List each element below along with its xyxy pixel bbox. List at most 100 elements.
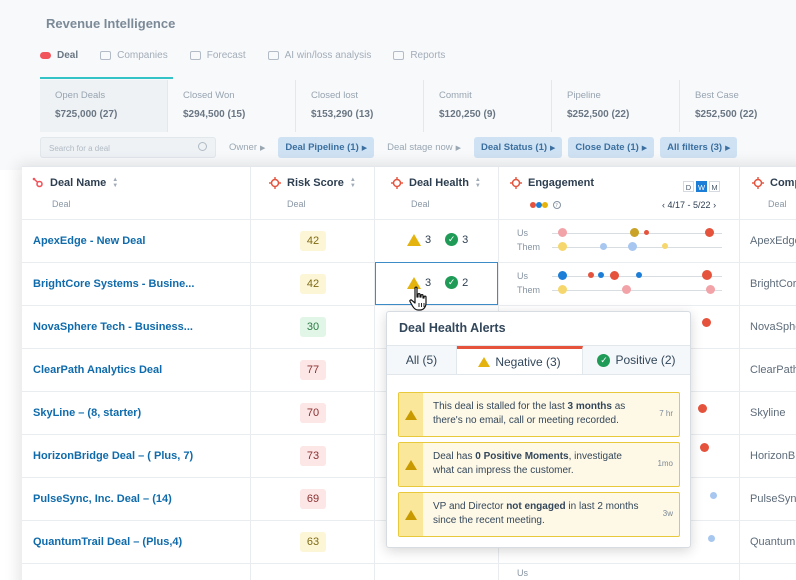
engagement-dot[interactable] (706, 285, 715, 294)
engagement-dot[interactable] (588, 272, 594, 278)
engagement-dot[interactable] (702, 318, 711, 327)
metric-open-deals[interactable]: Open Deals $725,000 (27) (40, 80, 168, 132)
warning-icon (399, 443, 423, 486)
tab-label: Positive (2) (615, 353, 676, 367)
search-icon (198, 142, 207, 151)
alert-time: 1mo (657, 459, 673, 468)
filter-close-date[interactable]: Close Date (1) ▶ (568, 137, 655, 158)
company-name[interactable]: Quantum (750, 536, 795, 548)
engagement-dot[interactable] (558, 285, 567, 294)
engagement-dot[interactable] (600, 243, 607, 250)
tab-forecast[interactable]: Forecast (189, 50, 246, 61)
filter-owner[interactable]: Owner ▶ (222, 137, 272, 158)
deal-name-link[interactable]: SkyLine – (8, starter) (33, 407, 141, 419)
sort-icon[interactable]: ▲ ▼ (350, 177, 356, 189)
sort-icon[interactable]: ▲ ▼ (112, 177, 118, 189)
company-name[interactable]: ApexEdge (750, 235, 796, 247)
search-input[interactable]: Search for a deal (40, 137, 216, 158)
company-name[interactable]: Skyline (750, 407, 785, 419)
company-name[interactable]: PulseSync (750, 493, 796, 505)
deal-health-cell[interactable]: 3 ✓ 3 (407, 233, 468, 246)
chevron-left-icon[interactable]: ‹ (662, 200, 665, 210)
engagement-dot[interactable] (628, 242, 637, 251)
engagement-dot[interactable] (636, 272, 642, 278)
metric-best-case[interactable]: Best Case $252,500 (22) (680, 80, 796, 132)
engagement-us-label: Us (517, 568, 528, 578)
tab-deal[interactable]: Deal (40, 50, 78, 61)
tab-companies[interactable]: Companies (100, 50, 168, 61)
engagement-dot[interactable] (700, 443, 709, 452)
period-month[interactable]: M (709, 181, 720, 192)
filter-deal-pipeline[interactable]: Deal Pipeline (1) ▶ (278, 137, 375, 158)
alert-text: This deal is stalled for the last 3 mont… (433, 401, 626, 426)
alerts-tabs: All (5) Negative (3) ✓ Positive (2) (387, 345, 690, 375)
warning-count: 3 (425, 233, 432, 246)
building-icon (100, 51, 112, 60)
company-name[interactable]: ClearPath (750, 364, 796, 376)
company-name[interactable]: NovaSphere (750, 321, 796, 333)
table-row[interactable]: ApexEdge - New Deal 42 3 ✓ 3 Us Them ApexE… (22, 219, 796, 262)
deal-name-link[interactable]: ClearPath Analytics Deal (33, 364, 162, 376)
period-week[interactable]: W (696, 181, 707, 192)
tab-all[interactable]: All (5) (387, 346, 457, 374)
engagement-dot[interactable] (698, 404, 707, 413)
engagement-dot[interactable] (558, 271, 567, 280)
column-header-deal-health[interactable]: Deal Health ▲ ▼ Deal (391, 177, 481, 209)
column-header-risk-score[interactable]: Risk Score ▲ ▼ Deal (269, 177, 356, 209)
tab-ai-win-loss[interactable]: AI win/loss analysis (267, 50, 371, 61)
tab-positive[interactable]: ✓ Positive (2) (583, 346, 690, 374)
risk-score-badge: 42 (300, 274, 326, 294)
caret-right-icon: ▶ (550, 145, 556, 152)
deal-name-link[interactable]: PulseSync, Inc. Deal – (14) (33, 493, 172, 505)
engagement-dot[interactable] (558, 242, 567, 251)
app-title: Revenue Intelligence (46, 16, 176, 31)
alert-item[interactable]: VP and Director not engaged in last 2 mo… (398, 492, 680, 537)
engagement-dot[interactable] (598, 272, 604, 278)
tab-negative[interactable]: Negative (3) (457, 346, 583, 374)
engagement-dot[interactable] (708, 535, 715, 542)
risk-score-badge: 73 (300, 446, 326, 466)
engagement-dot[interactable] (630, 228, 639, 237)
alert-time: 3w (662, 509, 673, 518)
tab-reports[interactable]: Reports (393, 50, 445, 61)
risk-score-badge: 69 (300, 489, 326, 509)
deal-name-link[interactable]: NovaSphere Tech - Business... (33, 321, 193, 333)
metric-value: $252,500 (22) (695, 109, 758, 120)
warning-icon (399, 393, 423, 436)
metric-pipeline[interactable]: Pipeline $252,500 (22) (552, 80, 680, 132)
column-header-engagement[interactable]: Engagement (510, 177, 594, 189)
metric-closed-lost[interactable]: Closed lost $153,290 (13) (296, 80, 424, 132)
sort-icon[interactable]: ▲ ▼ (475, 177, 481, 189)
engagement-dot[interactable] (610, 271, 619, 280)
filter-all[interactable]: All filters (3) ▶ (660, 137, 738, 158)
filter-deal-status[interactable]: Deal Status (1) ▶ (474, 137, 563, 158)
tab-label: Forecast (206, 50, 246, 61)
engagement-dot[interactable] (644, 230, 649, 235)
engagement-dot[interactable] (558, 228, 567, 237)
column-header-deal-name[interactable]: Deal Name ▲ ▼ Deal (32, 177, 118, 209)
alert-item[interactable]: This deal is stalled for the last 3 mont… (398, 392, 680, 437)
metric-closed-won[interactable]: Closed Won $294,500 (15) (168, 80, 296, 132)
deal-name-link[interactable]: HorizonBridge Deal – ( Plus, 7) (33, 450, 193, 462)
filter-deal-stage[interactable]: Deal stage now ▶ (380, 137, 468, 158)
company-name[interactable]: HorizonBri (750, 450, 796, 462)
caret-right-icon: ▶ (725, 145, 731, 152)
engagement-dot[interactable] (662, 243, 668, 249)
engagement-dot[interactable] (705, 228, 714, 237)
deal-name-link[interactable]: ApexEdge - New Deal (33, 235, 145, 247)
company-name[interactable]: BrightCore (750, 278, 796, 290)
engagement-dot[interactable] (622, 285, 631, 294)
alert-item[interactable]: Deal has 0 Positive Moments, investigate… (398, 442, 680, 487)
period-day[interactable]: D (683, 181, 694, 192)
engagement-dot[interactable] (702, 270, 712, 280)
column-header-company[interactable]: Comp Deal (752, 177, 796, 209)
deal-name-link[interactable]: QuantumTrail Deal – (Plus,4) (33, 536, 182, 548)
table-row[interactable]: Us (22, 563, 796, 580)
chevron-right-icon[interactable]: › (713, 200, 716, 210)
engagement-dot[interactable] (710, 492, 717, 499)
metric-commit[interactable]: Commit $120,250 (9) (424, 80, 552, 132)
focused-deal-health-cell (375, 262, 498, 305)
date-range: ‹ 4/17 - 5/22 › (662, 200, 716, 210)
alert-time: 7 hr (659, 409, 673, 418)
deal-name-link[interactable]: BrightCore Systems - Busine... (33, 278, 194, 290)
